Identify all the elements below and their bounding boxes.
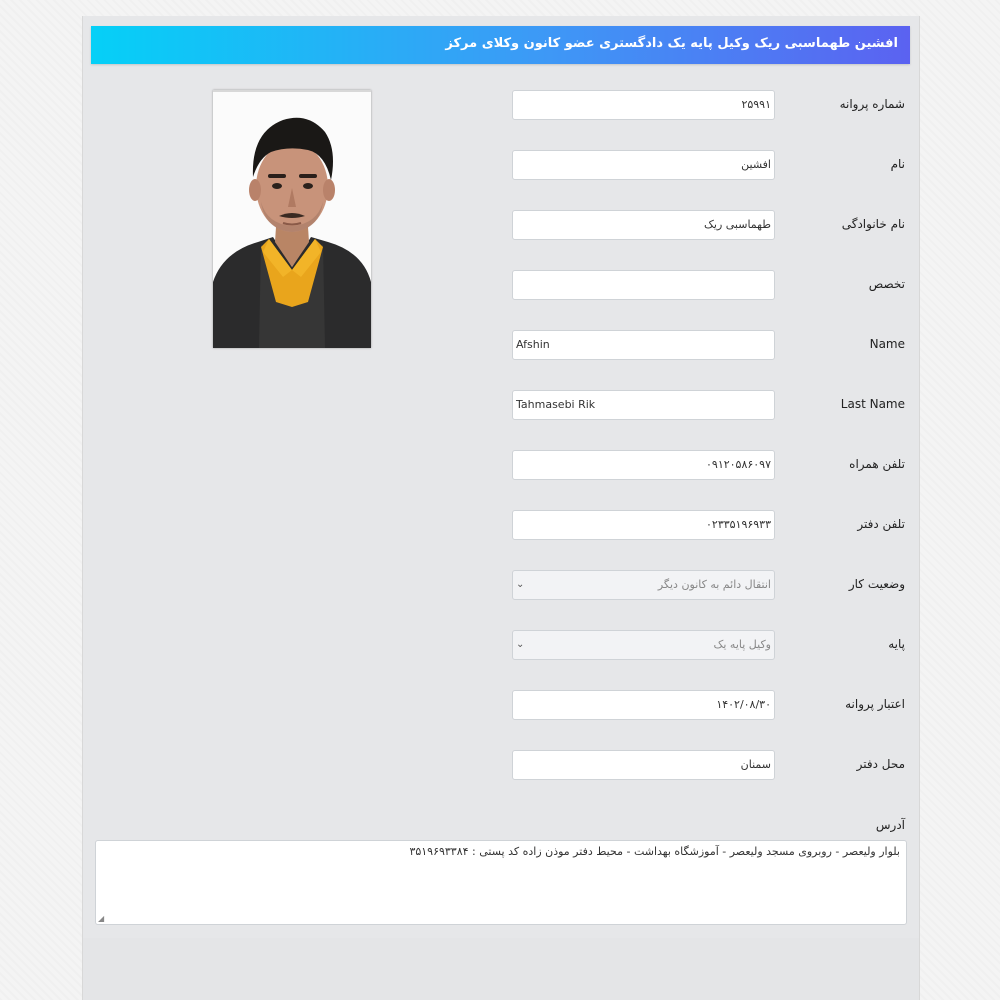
profile-header: افشین طهماسبی ریک وکیل پایه یک دادگستری … [91,26,910,64]
row-office-phone: ۰۲۳۳۵۱۹۶۹۳۳ تلفن دفتر [83,510,919,540]
grade-value: وکیل پایه یک [713,638,771,651]
license-number-label: شماره پروانه [839,97,905,111]
last-name-label: نام خانوادگی [841,217,905,231]
license-validity-label: اعتبار پروانه [845,697,905,711]
row-mobile: ۰۹۱۲۰۵۸۶۰۹۷ تلفن همراه [83,450,919,480]
row-work-status: انتقال دائم به کانون دیگر ⌄ وضعیت کار [83,570,919,600]
row-first-name: افشین نام [83,150,919,180]
address-text: بلوار ولیعصر - روبروی مسجد ولیعصر - آموز… [409,845,900,858]
profile-card: افشین طهماسبی ریک وکیل پایه یک دادگستری … [82,16,920,1000]
first-name-field[interactable]: افشین [512,150,775,180]
row-office-location: سمنان محل دفتر [83,750,919,780]
address-textarea[interactable]: بلوار ولیعصر - روبروی مسجد ولیعصر - آموز… [95,840,907,925]
chevron-down-icon: ⌄ [516,639,525,650]
row-license-validity: ۱۴۰۲/۰۸/۳۰ اعتبار پروانه [83,690,919,720]
office-location-field[interactable]: سمنان [512,750,775,780]
row-last-name-en: Tahmasebi Rik Last Name [83,390,919,420]
grade-select[interactable]: وکیل پایه یک ⌄ [512,630,775,660]
license-number-field[interactable]: ۲۵۹۹۱ [512,90,775,120]
last-name-en-label: Last Name [840,397,905,411]
name-en-label: Name [869,337,905,351]
row-last-name: طهماسبی ریک نام خانوادگی [83,210,919,240]
row-grade: وکیل پایه یک ⌄ پایه [83,630,919,660]
first-name-label: نام [890,157,905,171]
office-location-label: محل دفتر [856,757,905,771]
work-status-label: وضعیت کار [848,577,905,591]
mobile-field[interactable]: ۰۹۱۲۰۵۸۶۰۹۷ [512,450,775,480]
mobile-label: تلفن همراه [849,457,905,471]
specialty-label: تخصص [868,277,905,291]
last-name-field[interactable]: طهماسبی ریک [512,210,775,240]
work-status-select[interactable]: انتقال دائم به کانون دیگر ⌄ [512,570,775,600]
office-phone-field[interactable]: ۰۲۳۳۵۱۹۶۹۳۳ [512,510,775,540]
resize-handle-icon[interactable]: ◢ [98,914,104,923]
name-en-field[interactable]: Afshin [512,330,775,360]
row-name-en: Afshin Name [83,330,919,360]
lower-panel [83,938,919,1000]
row-specialty: تخصص [83,270,919,300]
header-title: افشین طهماسبی ریک وکیل پایه یک دادگستری … [445,36,898,51]
row-license-number: ۲۵۹۹۱ شماره پروانه [83,90,919,120]
work-status-value: انتقال دائم به کانون دیگر [657,578,771,591]
grade-label: پایه [888,637,905,651]
specialty-field[interactable] [512,270,775,300]
chevron-down-icon: ⌄ [516,579,525,590]
address-label: آدرس [875,818,905,832]
license-validity-field[interactable]: ۱۴۰۲/۰۸/۳۰ [512,690,775,720]
office-phone-label: تلفن دفتر [857,517,905,531]
last-name-en-field[interactable]: Tahmasebi Rik [512,390,775,420]
